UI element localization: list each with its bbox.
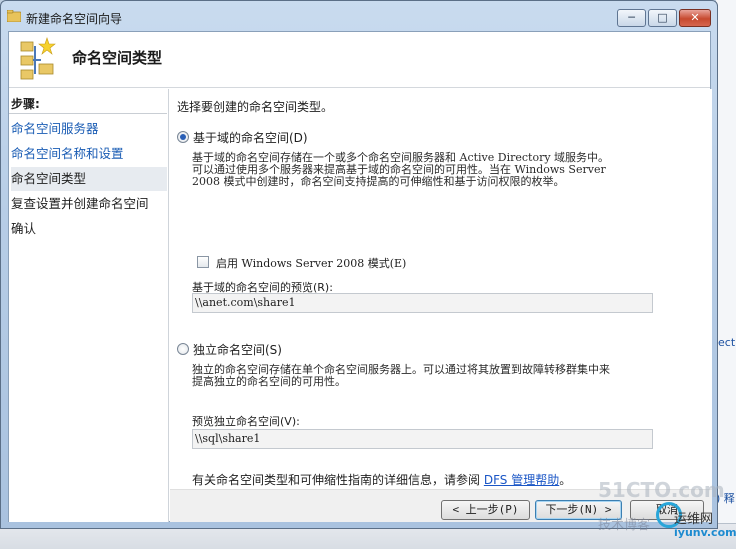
description-line: 提高独立的命名空间的可用性。 (192, 375, 346, 388)
watermark-tagline: 技术博客 (598, 518, 651, 533)
title-bar[interactable]: 新建命名空间向导 ─ □ ✕ (1, 1, 717, 31)
step-confirmation: 确认 (11, 221, 37, 236)
window-title: 新建命名空间向导 (26, 12, 123, 26)
help-suffix: 。 (559, 473, 572, 487)
wizard-client: 命名空间类型 步骤: 命名空间服务器 命名空间名称和设置 命名空间类型 复查设置… (8, 31, 712, 522)
main-pane: 选择要创建的命名空间类型。 基于域的命名空间(D) 基于域的命名空间存储在一个或… (170, 89, 712, 489)
close-icon: ✕ (690, 11, 700, 24)
step-namespace-type: 命名空间类型 (11, 167, 167, 191)
background-window: ect ) 释 (716, 0, 736, 549)
standalone-namespace-description: 独立的命名空间存储在单个命名空间服务器上。可以通过将其放置到故障转移群集中来 提… (192, 364, 662, 388)
domain-namespace-label[interactable]: 基于域的命名空间(D) (193, 129, 308, 146)
domain-namespace-radio[interactable] (177, 131, 189, 143)
close-button[interactable]: ✕ (679, 9, 711, 27)
maximize-icon: □ (657, 11, 668, 24)
minimize-button[interactable]: ─ (617, 9, 646, 27)
page-title: 命名空间类型 (72, 49, 163, 67)
maximize-button[interactable]: □ (648, 9, 677, 27)
help-text: 有关命名空间类型和可伸缩性指南的详细信息，请参阅 (192, 473, 481, 487)
background-text: ect (718, 336, 736, 349)
steps-divider (9, 113, 167, 114)
help-line: 有关命名空间类型和可伸缩性指南的详细信息，请参阅 DFS 管理帮助。 (192, 471, 571, 488)
wizard-window: 新建命名空间向导 ─ □ ✕ 命名空间类型 步骤: 命名空间服务器 命名空间名称… (0, 0, 718, 529)
wizard-header: 命名空间类型 (9, 32, 710, 88)
domain-preview-field: \\anet.com\share1 (192, 293, 653, 313)
standalone-preview-label: 预览独立命名空间(V): (192, 415, 300, 428)
standalone-namespace-label[interactable]: 独立命名空间(S) (193, 341, 282, 358)
step-review-and-create: 复查设置并创建命名空间 (11, 196, 149, 211)
description-line: 2008 模式中创建时，命名空间支持提高的可伸缩性和基于访问权限的枚举。 (192, 175, 565, 188)
caption-buttons: ─ □ ✕ (615, 9, 711, 27)
step-name-and-settings[interactable]: 命名空间名称和设置 (11, 142, 167, 166)
watermark-site: 51CTO.com (598, 478, 725, 502)
watermark-domain: iyunv.com (674, 526, 736, 539)
step-namespace-server[interactable]: 命名空间服务器 (11, 117, 167, 141)
dfs-help-link[interactable]: DFS 管理帮助 (484, 473, 559, 487)
intro-text: 选择要创建的命名空间类型。 (177, 100, 334, 114)
minimize-icon: ─ (628, 11, 635, 24)
namespace-wizard-icon (20, 37, 56, 80)
back-button[interactable]: < 上一步(P) (441, 500, 530, 520)
steps-heading: 步骤: (11, 97, 40, 111)
folder-icon (7, 10, 21, 22)
domain-namespace-description: 基于域的命名空间存储在一个或多个命名空间服务器和 Active Director… (192, 152, 662, 188)
standalone-namespace-radio[interactable] (177, 343, 189, 355)
windows-2008-mode-label[interactable]: 启用 Windows Server 2008 模式(E) (216, 255, 406, 271)
windows-2008-mode-checkbox[interactable] (197, 256, 209, 268)
standalone-preview-field: \\sql\share1 (192, 429, 653, 449)
watermark-brand: 运维网 (674, 512, 714, 527)
steps-pane: 步骤: 命名空间服务器 命名空间名称和设置 命名空间类型 复查设置并创建命名空间… (9, 89, 169, 522)
